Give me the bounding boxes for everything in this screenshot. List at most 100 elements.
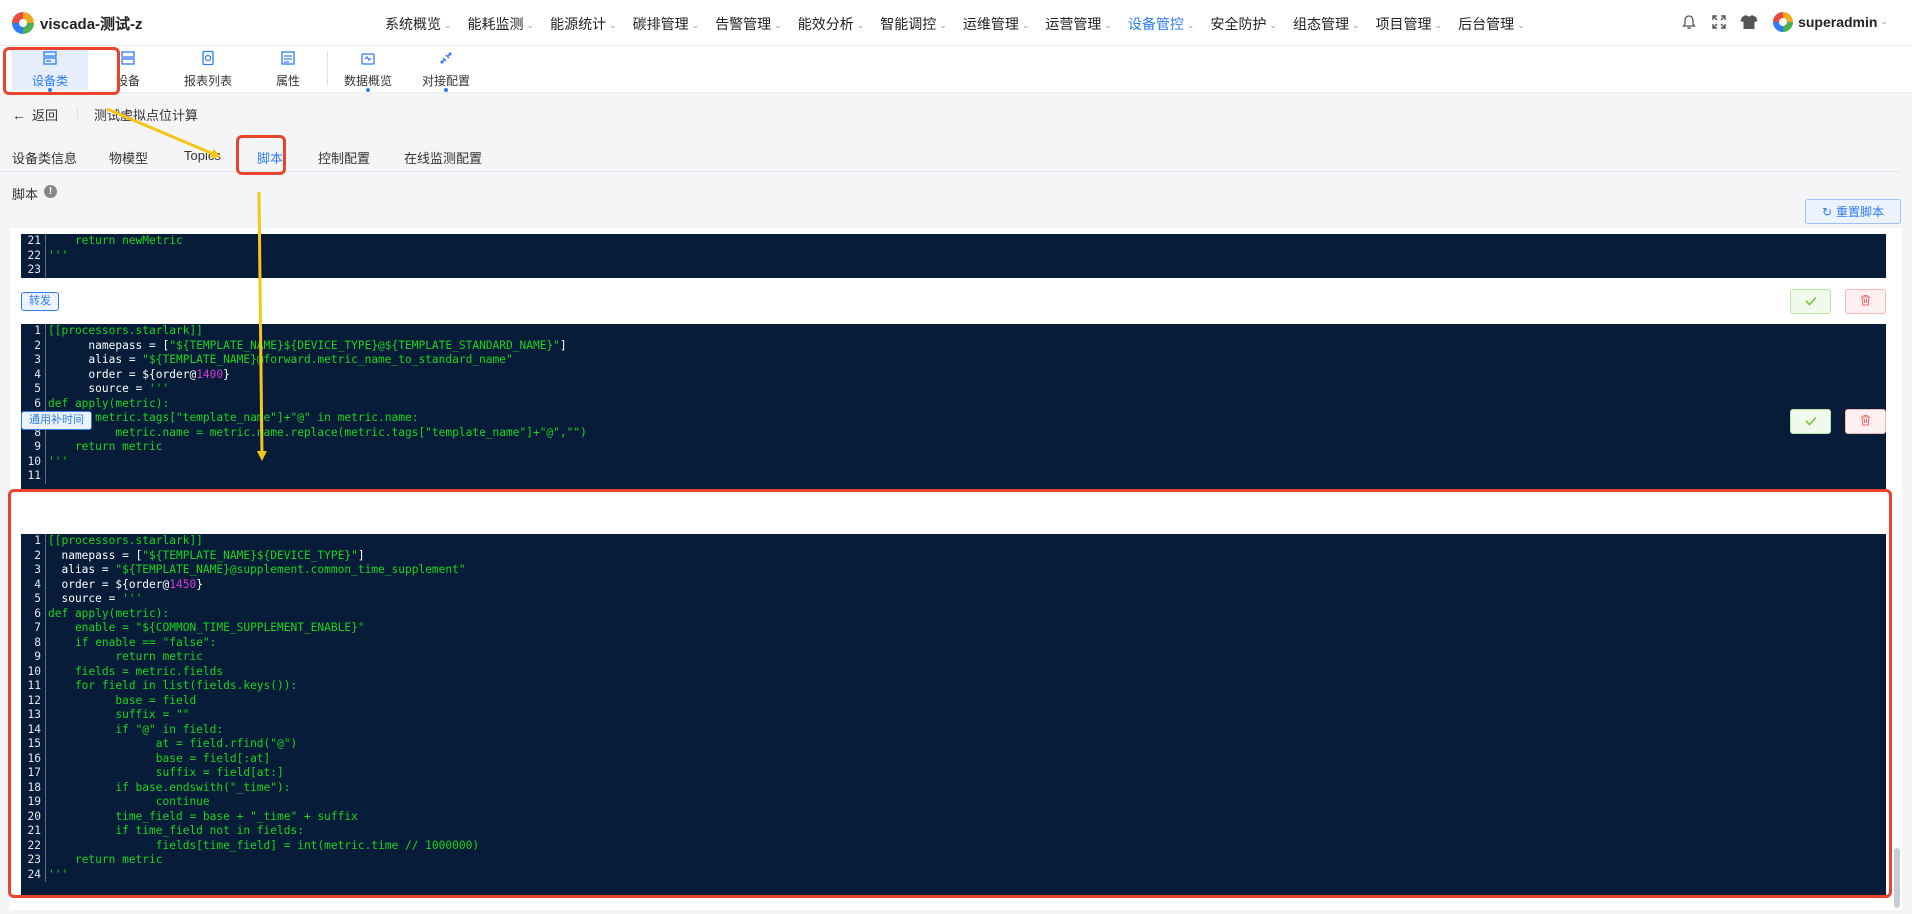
script-section-label: 脚本 (12, 187, 39, 202)
subtool-device[interactable]: 设备 (90, 48, 166, 90)
code-token: return newMetric (48, 234, 183, 247)
device-class-name: 测试虚拟点位计算 (94, 108, 199, 123)
code-line: 20 time_field = base + "_time" + suffix (21, 809, 1886, 824)
code-line: 24 ''' (21, 867, 1886, 882)
line-number: 20 (21, 809, 46, 824)
line-number: 19 (21, 795, 46, 810)
code-line: 5 source = ''' (21, 382, 1886, 397)
code-token: alias = (48, 563, 116, 576)
code-line: 21 return newMetric (21, 234, 1886, 249)
code-token: source = (48, 382, 150, 395)
nav-item[interactable]: 系统概览 ⌄ (385, 14, 452, 34)
code-token: ] (357, 548, 365, 562)
chevron-down-icon: ⌄ (444, 20, 452, 30)
delete-button[interactable] (1845, 409, 1886, 434)
delete-button[interactable] (1845, 289, 1886, 314)
chevron-down-icon: ⌄ (1434, 20, 1443, 30)
line-number: 18 (21, 780, 46, 795)
code-token: } (196, 577, 203, 591)
code-line: 9 return metric (21, 440, 1886, 455)
subtool-integration-config[interactable]: 对接配置 (408, 48, 484, 92)
nav-item[interactable]: 后台管理 ⌄ (1458, 14, 1525, 34)
scrollbar[interactable] (1894, 848, 1900, 908)
code-token: namepass = [ (48, 548, 143, 562)
integration-config-icon (408, 50, 484, 71)
chevron-down-icon: ⌄ (1517, 20, 1525, 30)
code-line: 17 suffix = field[at:] (21, 766, 1886, 781)
line-number: 15 (21, 737, 46, 752)
line-number: 21 (21, 234, 46, 249)
theme-shirt-icon[interactable] (1739, 12, 1759, 32)
breadcrumb: ← 返回 测试虚拟点位计算 (0, 94, 1912, 134)
script-list-panel[interactable]: 21 return newMetric 22 ''' 23 转发 1 [[process… (10, 228, 1902, 910)
nav-item[interactable]: 运维管理 ⌄ (963, 14, 1030, 34)
nav-item[interactable]: 智能调控 ⌄ (880, 14, 947, 34)
tab-script[interactable]: 脚本 (257, 148, 283, 167)
nav-item[interactable]: 安全防护 ⌄ (1210, 14, 1277, 34)
chevron-down-icon: ⌄ (774, 20, 782, 30)
code-token: 1450 (169, 577, 197, 591)
back-button[interactable]: ← 返回 (12, 105, 58, 124)
nav-item[interactable]: 能耗监测 ⌄ (468, 14, 535, 34)
tab-topics[interactable]: Topics (184, 148, 221, 163)
code-token: base = field[:at] (48, 751, 271, 765)
code-line: 8 if enable == "false": (21, 635, 1886, 650)
subtool-label: 数据概览 (343, 74, 392, 88)
chevron-down-icon: ⌄ (526, 20, 535, 30)
script-tag-forward[interactable]: 转发 (21, 292, 59, 311)
code-editor-partial[interactable]: 21 return newMetric 22 ''' 23 (21, 234, 1886, 278)
chevron-down-icon: ⌄ (1104, 20, 1112, 30)
code-token: def apply(metric): (48, 396, 170, 410)
subtool-device-class[interactable]: 设备类 (12, 48, 88, 92)
confirm-button[interactable] (1790, 289, 1831, 314)
script-tag-time-supplement[interactable]: 通用补时间 (21, 411, 92, 430)
nav-item[interactable]: 能源统计 ⌄ (550, 14, 617, 34)
sub-toolbar: 设备类 设备 报表列表 属性 数据概览 对接配置 (0, 46, 1912, 93)
main-navigation: 系统概览 ⌄ 能耗监测 ⌄ 能源统计 ⌄ 碳排管理 ⌄ 告警管理 ⌄ 能效分析 ⌄ 智能调控 ⌄ 运维管理 ⌄… (385, 14, 1541, 34)
reset-script-button[interactable]: ↻ 重置脚本 (1805, 199, 1901, 224)
line-number: 5 (21, 382, 46, 397)
line-number: 11 (21, 469, 46, 484)
tab-online-monitor-config[interactable]: 在线监测配置 (404, 148, 482, 167)
code-line: 1 [[processors.starlark]] (21, 534, 1886, 549)
nav-item[interactable]: 能效分析 ⌄ (798, 14, 865, 34)
subtool-attribute[interactable]: 属性 (250, 48, 326, 90)
code-editor-forward[interactable]: 1 [[processors.starlark]] 2 namepass = ["$… (21, 324, 1886, 491)
subtool-data-overview[interactable]: 数据概览 (330, 48, 406, 92)
bell-icon[interactable] (1679, 12, 1699, 32)
tab-thing-model[interactable]: 物模型 (109, 148, 148, 167)
code-token: return metric (48, 650, 203, 663)
nav-item[interactable]: 项目管理 ⌄ (1376, 14, 1443, 34)
nav-item[interactable]: 告警管理 ⌄ (715, 14, 782, 34)
nav-item[interactable]: 组态管理 ⌄ (1293, 14, 1360, 34)
device-icon (90, 50, 166, 71)
code-line: 6 def apply(metric): (21, 396, 1886, 411)
tab-control-config[interactable]: 控制配置 (318, 148, 370, 167)
code-token: return metric (48, 440, 163, 453)
line-number: 3 (21, 353, 46, 368)
nav-item[interactable]: 运营管理 ⌄ (1045, 14, 1112, 34)
confirm-button[interactable] (1790, 409, 1831, 434)
fullscreen-icon[interactable] (1709, 12, 1729, 32)
chevron-down-icon: ⌄ (1269, 20, 1278, 30)
code-line: 13 suffix = "" (21, 708, 1886, 723)
line-number: 6 (21, 606, 46, 621)
code-token: fields = metric.fields (48, 664, 224, 678)
user-name[interactable]: superadmin (1798, 14, 1877, 30)
chevron-down-icon[interactable]: ⌄ (1880, 16, 1888, 27)
code-line: 3 alias = "${TEMPLATE_NAME}@supplement.c… (21, 563, 1886, 578)
line-number: 10 (21, 664, 46, 679)
toolbar-divider (327, 52, 328, 86)
user-avatar[interactable] (1773, 12, 1794, 32)
code-token: "${TEMPLATE_NAME}${DEVICE_TYPE}" (142, 548, 358, 562)
info-icon[interactable]: ! (44, 185, 57, 198)
trash-icon (1860, 293, 1871, 311)
tab-device-class-info[interactable]: 设备类信息 (12, 148, 77, 167)
code-editor-time-supplement[interactable]: 1 [[processors.starlark]] 2 namepass = ["$… (21, 534, 1886, 896)
code-token: "${TEMPLATE_NAME}@forward.metric_name_to… (142, 353, 513, 366)
nav-item[interactable]: 碳排管理 ⌄ (633, 14, 700, 34)
line-number: 2 (21, 338, 46, 353)
nav-item[interactable]: 设备管控 ⌄ (1128, 14, 1195, 34)
code-token: alias = (48, 353, 143, 366)
subtool-report-list[interactable]: 报表列表 (170, 48, 246, 90)
